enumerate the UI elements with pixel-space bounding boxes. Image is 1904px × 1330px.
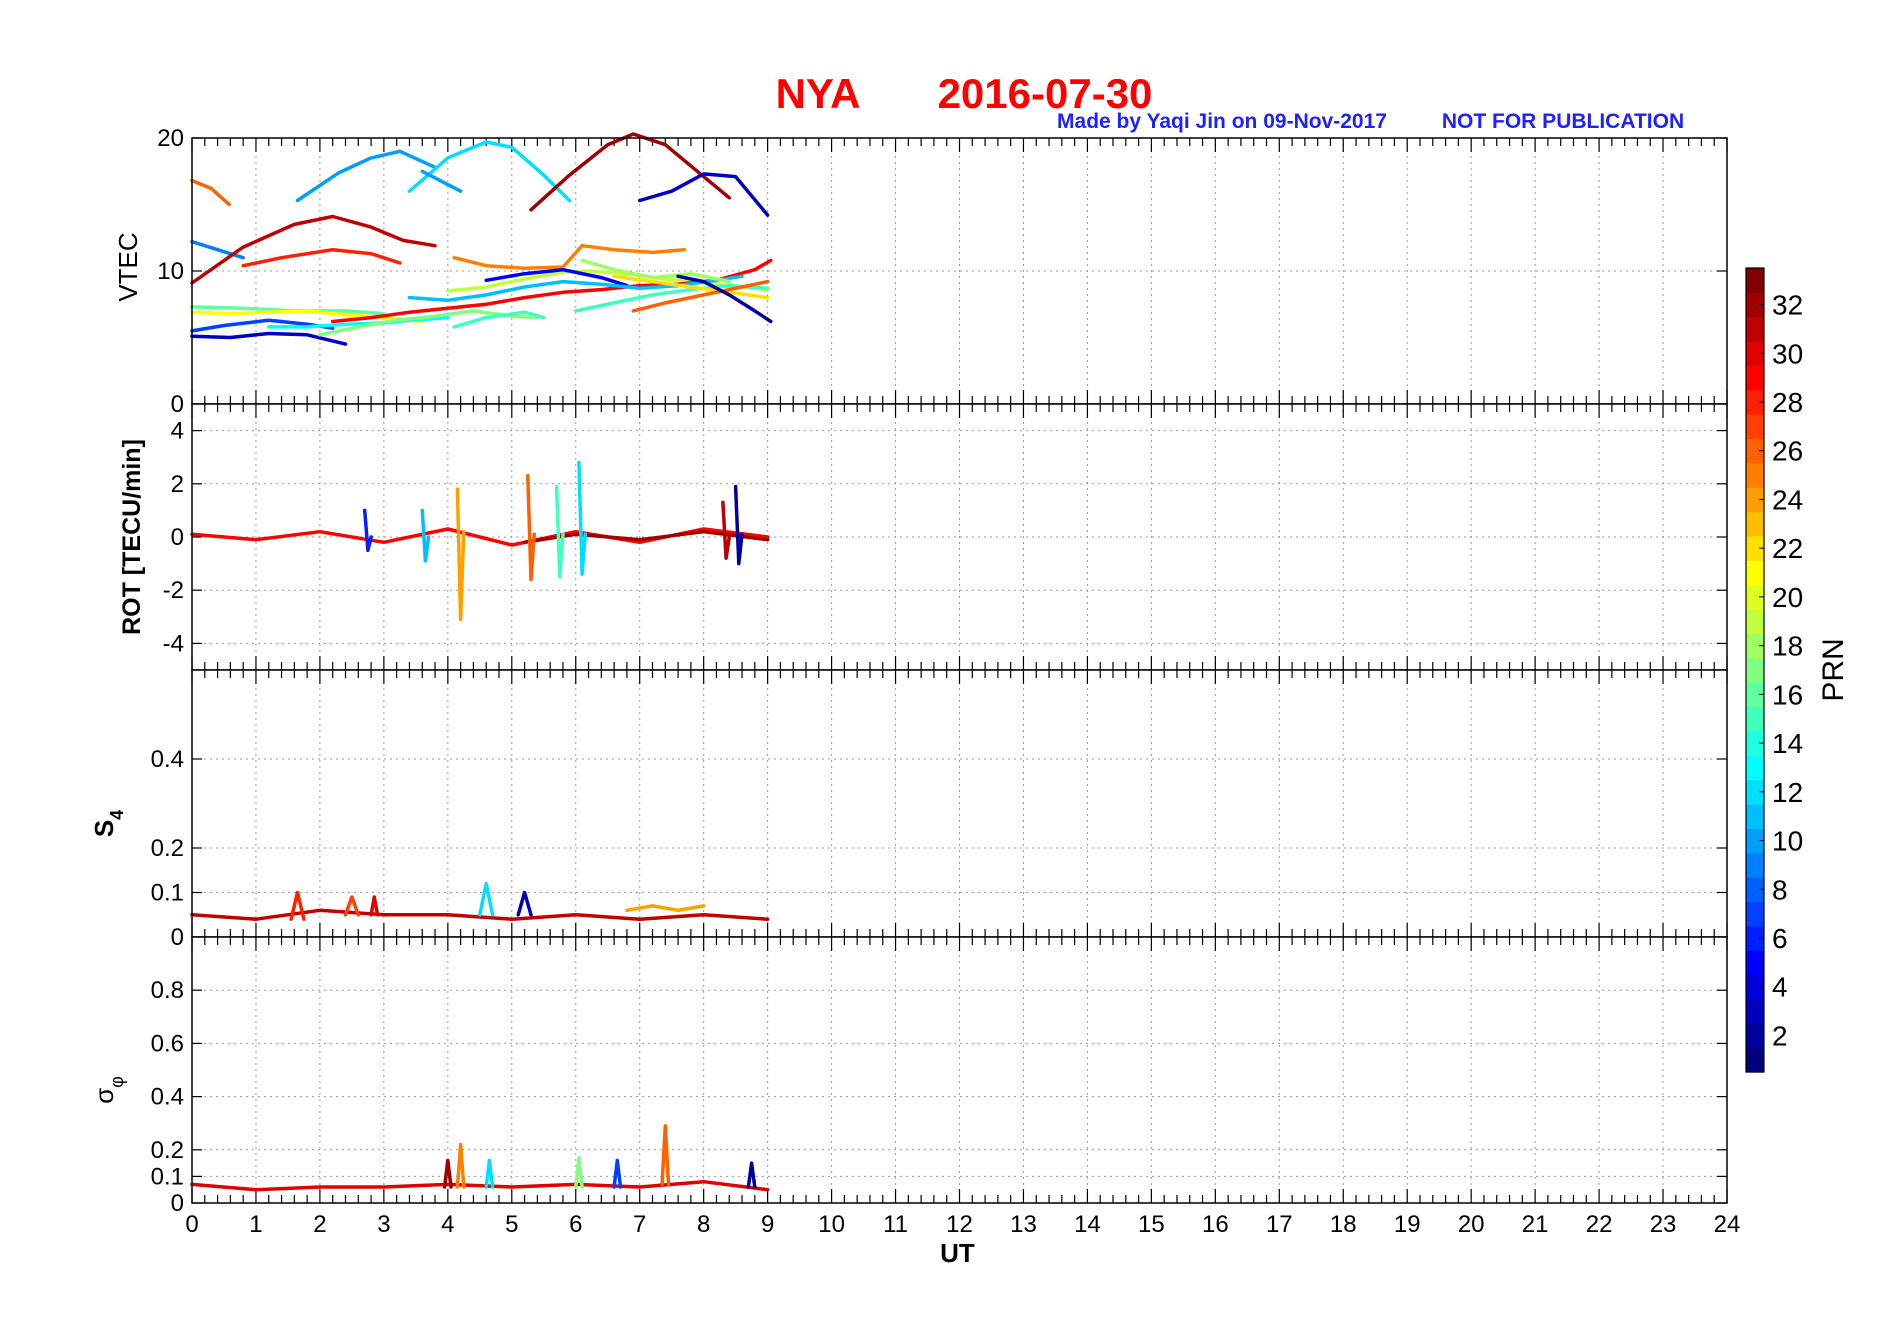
x-tick-label: 24 bbox=[1714, 1211, 1741, 1238]
x-tick-label: 2 bbox=[313, 1211, 326, 1238]
colorbar-segment-7 bbox=[1746, 901, 1764, 927]
x-tick-label: 0 bbox=[185, 1211, 198, 1238]
panel-sigma_phi: 00.10.2 0.4 0.6 0.8 σφ bbox=[89, 936, 1728, 1217]
s4-ylabel-main: S bbox=[89, 820, 119, 837]
colorbar-tick-label: 4 bbox=[1772, 972, 1788, 1003]
x-tick-label: 13 bbox=[1010, 1211, 1037, 1238]
colorbar-tick-label: 24 bbox=[1772, 484, 1803, 515]
sigma_phi-ytick-label: 0 bbox=[171, 1190, 184, 1217]
sigma_phi-ylabel-sub: φ bbox=[107, 1076, 127, 1088]
colorbar: 2468101214161820222426283032PRN bbox=[1745, 267, 1850, 1073]
x-tick-label: 7 bbox=[633, 1211, 646, 1238]
x-tick-label: 8 bbox=[697, 1211, 710, 1238]
x-tick-label: 11 bbox=[883, 1211, 908, 1238]
x-tick-label: 19 bbox=[1394, 1211, 1421, 1238]
sigma_phi-ytick-label: 0.4 bbox=[151, 1084, 184, 1111]
x-tick-label: 9 bbox=[761, 1211, 774, 1238]
s4-ytick-label: 0 bbox=[171, 924, 184, 951]
colorbar-tick-label: 6 bbox=[1772, 923, 1788, 954]
chart-notice: NOT FOR PUBLICATION bbox=[1442, 110, 1684, 133]
colorbar-segment-15 bbox=[1746, 706, 1764, 732]
colorbar-label: PRN bbox=[1817, 638, 1850, 701]
sigma_phi-ytick-label: 0.2 bbox=[151, 1137, 184, 1164]
colorbar-segment-13 bbox=[1746, 755, 1764, 781]
panel-rot: -4 -2 0 2 4 ROT [TECU/min] bbox=[118, 403, 1728, 671]
vtec-ylabel: VTEC bbox=[113, 232, 143, 301]
vtec-ytick-label: 20 bbox=[157, 125, 184, 152]
sigma_phi-ylabel-main: σ bbox=[89, 1088, 119, 1104]
colorbar-segment-21 bbox=[1746, 560, 1764, 586]
sigma_phi-ytick-label: 0.8 bbox=[151, 977, 184, 1004]
panel-s4: 0 0.1 0.2 0.4 S4 bbox=[89, 669, 1728, 951]
colorbar-tick-label: 20 bbox=[1772, 582, 1803, 613]
rot-ytick-label: -2 bbox=[163, 577, 184, 604]
colorbar-segment-29 bbox=[1746, 365, 1764, 391]
rot-ytick-label: -4 bbox=[163, 630, 184, 657]
s4-ytick-label: 0.4 bbox=[151, 746, 184, 773]
plot-layer: 01020VTEC-4-2024ROT [TECU/min]00.10.20.4… bbox=[89, 125, 1740, 1268]
rot-ytick-label: 0 bbox=[171, 524, 184, 551]
colorbar-tick-label: 22 bbox=[1772, 533, 1803, 564]
x-axis-label: UT bbox=[940, 1238, 975, 1268]
chart-figure: NYA 2016-07-30 Made by Yaqi Jin on 09-No… bbox=[89, 70, 1850, 1268]
colorbar-tick-label: 32 bbox=[1772, 290, 1803, 321]
x-tick-label: 22 bbox=[1586, 1211, 1613, 1238]
colorbar-segment-9 bbox=[1746, 852, 1764, 878]
colorbar-segment-25 bbox=[1746, 462, 1764, 488]
rot-ytick-label: 2 bbox=[171, 471, 184, 498]
rot-ytick-label: 4 bbox=[171, 418, 184, 445]
colorbar-segment-11 bbox=[1746, 804, 1764, 829]
sigma_phi-ylabel: σφ bbox=[89, 1076, 127, 1104]
x-tick-label: 21 bbox=[1522, 1211, 1549, 1238]
s4-ylabel: S4 bbox=[89, 810, 127, 837]
chart-credit: Made by Yaqi Jin on 09-Nov-2017 bbox=[1057, 110, 1387, 133]
x-tick-label: 17 bbox=[1266, 1211, 1293, 1238]
colorbar-tick-label: 2 bbox=[1772, 1020, 1788, 1051]
x-tick-label: 5 bbox=[505, 1211, 518, 1238]
colorbar-segment-3 bbox=[1746, 998, 1764, 1024]
x-tick-label: 18 bbox=[1330, 1211, 1357, 1238]
colorbar-tick-label: 16 bbox=[1772, 679, 1803, 710]
colorbar-tick-label: 18 bbox=[1772, 631, 1803, 662]
colorbar-tick-label: 10 bbox=[1772, 826, 1803, 857]
colorbar-tick-label: 26 bbox=[1772, 436, 1803, 467]
colorbar-segment-23 bbox=[1746, 511, 1764, 537]
x-tick-label: 3 bbox=[377, 1211, 390, 1238]
sigma_phi-ytick-label: 0.6 bbox=[151, 1030, 184, 1057]
panel-vtec: 0 10 20 VTEC bbox=[113, 125, 1728, 418]
colorbar-tick-label: 28 bbox=[1772, 387, 1803, 418]
colorbar-segment-33 bbox=[1746, 268, 1764, 293]
colorbar-segment-27 bbox=[1746, 414, 1764, 440]
colorbar-segment-31 bbox=[1746, 316, 1764, 342]
x-tick-label: 20 bbox=[1458, 1211, 1485, 1238]
colorbar-tick-label: 30 bbox=[1772, 338, 1803, 369]
s4-ylabel-sub: 4 bbox=[107, 810, 127, 820]
colorbar-tick-label: 14 bbox=[1772, 728, 1803, 759]
x-tick-label: 12 bbox=[946, 1211, 973, 1238]
colorbar-tick-label: 8 bbox=[1772, 874, 1788, 905]
rot-ylabel: ROT [TECU/min] bbox=[118, 439, 146, 635]
x-tick-label: 23 bbox=[1650, 1211, 1677, 1238]
colorbar-segment-17 bbox=[1746, 657, 1764, 683]
x-tick-label: 4 bbox=[441, 1211, 454, 1238]
x-tick-label: 1 bbox=[249, 1211, 262, 1238]
colorbar-segment-5 bbox=[1746, 950, 1764, 976]
x-tick-label: 15 bbox=[1138, 1211, 1165, 1238]
x-tick-label: 14 bbox=[1074, 1211, 1101, 1238]
x-tick-label: 6 bbox=[569, 1211, 582, 1238]
s4-ytick-label: 0.2 bbox=[151, 835, 184, 862]
chart-title-station: NYA bbox=[776, 70, 861, 117]
x-tick-label: 16 bbox=[1202, 1211, 1229, 1238]
colorbar-tick-label: 12 bbox=[1772, 777, 1803, 808]
x-tick-label: 10 bbox=[818, 1211, 845, 1238]
s4-ytick-label: 0.1 bbox=[151, 880, 184, 907]
sigma_phi-ytick-label: 0.1 bbox=[151, 1163, 184, 1190]
s4-series-prn-24 bbox=[625, 904, 706, 913]
colorbar-segment-1 bbox=[1746, 1047, 1764, 1073]
vtec-ytick-label: 0 bbox=[171, 391, 184, 418]
vtec-ytick-label: 10 bbox=[157, 258, 184, 285]
colorbar-segment-19 bbox=[1746, 609, 1764, 635]
